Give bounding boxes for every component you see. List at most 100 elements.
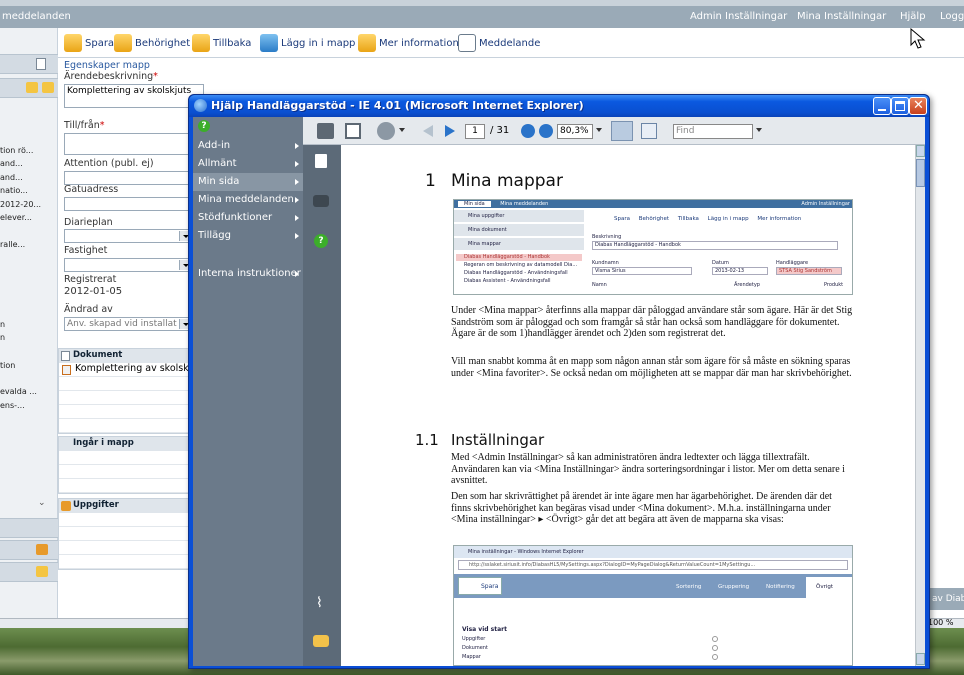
- help-window-body: ? Add-in Allmänt Min sida Mina meddeland…: [193, 117, 925, 666]
- permission-button[interactable]: Behörighet: [114, 34, 190, 52]
- required-marker: *: [153, 71, 158, 82]
- chevron-right-icon: [295, 233, 299, 239]
- heading-settings: Inställningar: [451, 431, 545, 449]
- diary-plan-label: Diarieplan: [64, 217, 113, 228]
- zoom-level[interactable]: 100 %: [928, 618, 953, 627]
- shot-nav-folders: Mina mappar: [454, 238, 584, 250]
- shot-admin: Admin Inställningar: [801, 201, 850, 207]
- print-icon[interactable]: [317, 123, 334, 139]
- scroll-thumb[interactable]: [916, 159, 925, 187]
- left-nav-header-4: [0, 540, 58, 560]
- list-item[interactable]: elever...: [0, 213, 32, 222]
- left-nav-header-3: [0, 518, 58, 538]
- changed-by-value: Anv. skapad vid installat: [67, 319, 177, 329]
- list-item[interactable]: ens-...: [0, 401, 25, 410]
- page-number-input[interactable]: 1: [465, 124, 485, 139]
- chevron-down-icon[interactable]: [399, 128, 405, 132]
- find-input[interactable]: Find: [673, 124, 753, 139]
- back-button[interactable]: Tillbaka: [192, 34, 251, 52]
- property-select[interactable]: [64, 258, 192, 272]
- menu-item-additions[interactable]: Tillägg: [193, 227, 303, 245]
- menu-item-add-in[interactable]: Add-in: [193, 137, 303, 155]
- list-item[interactable]: and...: [0, 159, 23, 168]
- save-button[interactable]: Spara: [64, 34, 114, 52]
- chevron-down-icon[interactable]: [756, 128, 762, 132]
- list-item[interactable]: 2012-20...: [0, 200, 41, 209]
- back-icon: [192, 34, 210, 52]
- save-icon[interactable]: [345, 123, 361, 139]
- more-info-button[interactable]: Mer information: [358, 34, 459, 52]
- zoom-in-icon[interactable]: [539, 124, 553, 138]
- save-label: Spara: [85, 37, 115, 49]
- document-row[interactable]: Komplettering av skolskj...: [59, 363, 197, 377]
- radio-icon: [712, 636, 718, 642]
- pdf-toolbar: 1 / 31 80,3% Find: [303, 117, 925, 145]
- help-icon[interactable]: ?: [198, 120, 210, 132]
- radio-icon: [712, 654, 718, 660]
- shot2-section: Visa vid start: [462, 626, 507, 633]
- tools-icon[interactable]: [377, 122, 395, 140]
- shot-date-value: 2013-02-13: [712, 267, 768, 275]
- menu-item-support-functions[interactable]: Stödfunktioner: [193, 209, 303, 227]
- diary-plan-select[interactable]: [64, 229, 192, 243]
- changed-by-select[interactable]: Anv. skapad vid installat: [64, 317, 192, 331]
- list-item[interactable]: ralle...: [0, 240, 25, 249]
- right-tab[interactable]: av Diab: [930, 588, 964, 610]
- case-description-input[interactable]: Komplettering av skolskjuts: [64, 84, 204, 108]
- admin-settings-link[interactable]: Admin Inställningar: [690, 11, 787, 22]
- menu-item-label: Mina meddelanden: [198, 194, 294, 205]
- help-window-titlebar[interactable]: Hjälp Handläggarstöd - IE 4.01 (Microsof…: [189, 95, 929, 117]
- fit-page-icon[interactable]: [611, 121, 633, 141]
- paperclip-icon[interactable]: ⌇: [316, 595, 323, 611]
- fit-width-icon[interactable]: [641, 123, 657, 139]
- list-item[interactable]: evalda ...: [0, 387, 37, 396]
- documents-panel: Dokument Komplettering av skolskj...: [58, 348, 198, 434]
- chevron-right-icon: [295, 271, 299, 277]
- previous-page-icon[interactable]: [423, 125, 433, 137]
- mouse-cursor-icon: [910, 28, 926, 49]
- paragraph: Vill man snabbt komma åt en mapp som någ…: [451, 356, 852, 379]
- binoculars-icon[interactable]: [313, 195, 329, 207]
- zoom-out-icon[interactable]: [521, 124, 535, 138]
- street-address-input[interactable]: [64, 197, 192, 211]
- shot-info: Mer information: [757, 216, 802, 222]
- list-item[interactable]: and...: [0, 173, 23, 182]
- logout-link[interactable]: Logg: [940, 11, 964, 22]
- next-page-icon[interactable]: [445, 125, 455, 137]
- shot-tab-messages: Mina meddelanden: [500, 201, 549, 207]
- scroll-down-icon[interactable]: [916, 653, 925, 665]
- my-settings-link[interactable]: Mina Inställningar: [797, 11, 886, 22]
- close-button[interactable]: ✕: [909, 97, 927, 115]
- pages-icon[interactable]: [315, 154, 327, 168]
- menu-item-label: Interna instruktioner: [198, 268, 301, 279]
- help-icon[interactable]: ?: [314, 234, 328, 248]
- shot-name-label: Namn: [592, 282, 607, 288]
- tasks-icon: [61, 501, 71, 511]
- section-title: Egenskaper mapp: [64, 60, 150, 71]
- menu-item-general[interactable]: Allmänt: [193, 155, 303, 173]
- chevron-right-icon: [295, 179, 299, 185]
- list-item[interactable]: n: [0, 320, 5, 329]
- table-row: [59, 541, 197, 555]
- chevron-down-icon[interactable]: ⌄: [38, 498, 46, 508]
- zoom-input[interactable]: 80,3%: [557, 124, 593, 139]
- menu-item-my-messages[interactable]: Mina meddelanden: [193, 191, 303, 209]
- list-item[interactable]: natio...: [0, 186, 28, 195]
- chevron-down-icon[interactable]: [596, 128, 602, 132]
- maximize-button[interactable]: [891, 97, 909, 115]
- pdf-vertical-scrollbar[interactable]: [915, 145, 925, 666]
- add-to-folder-button[interactable]: Lägg in i mapp: [260, 34, 355, 52]
- list-item[interactable]: tion rö...: [0, 146, 33, 155]
- list-item[interactable]: tion: [0, 361, 15, 370]
- message-button[interactable]: Meddelande: [458, 34, 540, 52]
- page-total: / 31: [490, 125, 510, 136]
- menu-item-internal-instructions[interactable]: Interna instruktioner: [193, 265, 303, 283]
- list-item[interactable]: n: [0, 333, 5, 342]
- to-from-input[interactable]: [64, 133, 192, 155]
- help-link[interactable]: Hjälp: [900, 11, 926, 22]
- comment-icon[interactable]: [313, 635, 329, 647]
- menu-item-my-page[interactable]: Min sida: [193, 173, 303, 191]
- minimize-button[interactable]: [873, 97, 891, 115]
- scroll-up-icon[interactable]: [916, 145, 925, 157]
- attention-input[interactable]: [64, 171, 192, 185]
